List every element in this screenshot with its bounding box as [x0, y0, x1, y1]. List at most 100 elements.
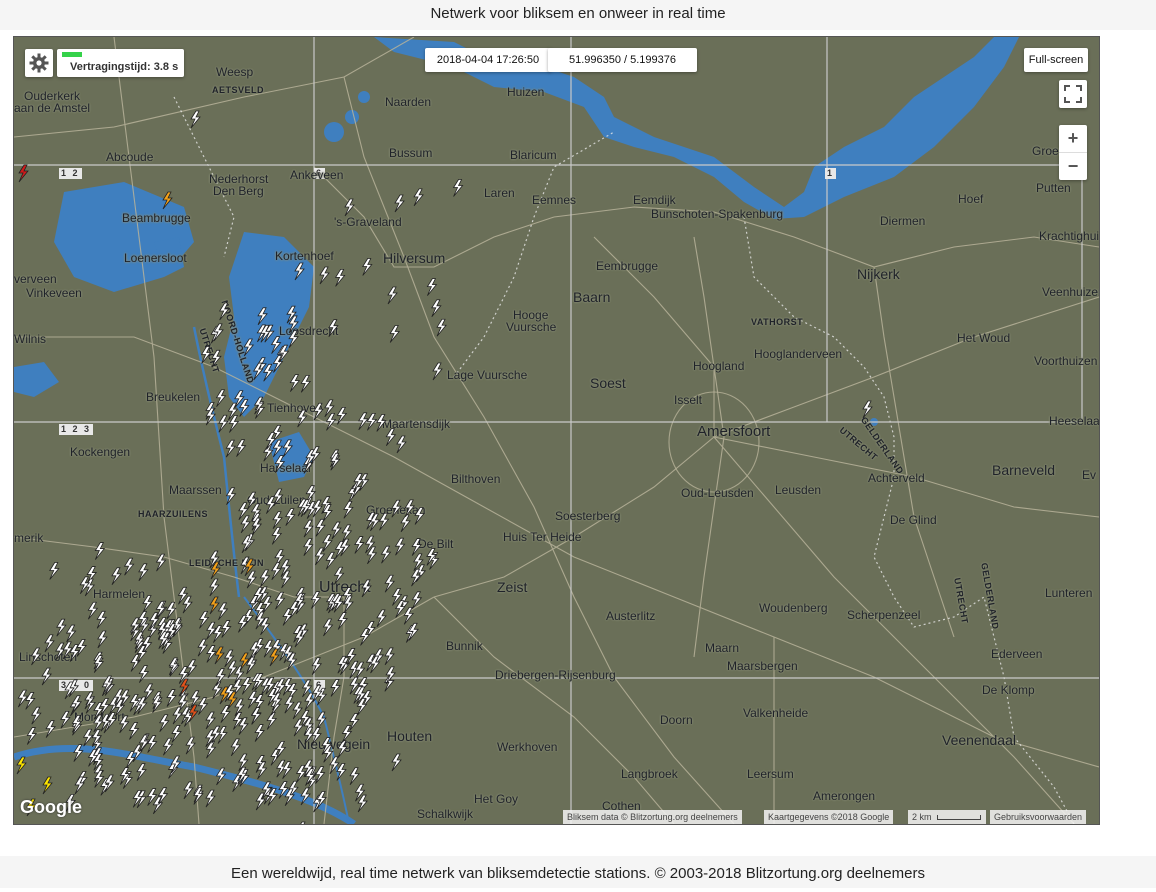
lightning-strike-icon — [143, 683, 155, 702]
lightning-strike-icon — [183, 781, 194, 800]
lightning-strike-icon — [270, 747, 281, 766]
lightning-strike-icon — [357, 794, 368, 813]
lightning-strike-icon — [31, 706, 42, 725]
lightning-strike-icon — [166, 689, 177, 707]
delay-label: Vertragingstijd: 3.8 s — [70, 61, 179, 73]
lightning-strike-icon — [403, 606, 415, 625]
lightning-strike-icon — [41, 667, 52, 686]
lightning-strike-icon — [138, 563, 149, 582]
lightning-strike-icon — [311, 657, 323, 675]
scale-line — [937, 815, 982, 820]
lightning-strike-icon — [241, 677, 253, 695]
lightning-strike-icon — [186, 659, 198, 678]
lightning-strike-icon — [45, 720, 56, 738]
lightning-strike-icon — [285, 508, 296, 526]
lightning-strike-icon — [225, 439, 237, 458]
lightning-strike-icon — [343, 500, 354, 519]
lightning-strike-icon — [376, 609, 387, 628]
lightning-strike-icon — [257, 307, 268, 326]
lightning-strike-icon — [344, 198, 355, 217]
lightning-strike-icon — [328, 319, 339, 337]
lightning-strike-icon — [385, 428, 397, 446]
lightning-strike-icon — [432, 362, 443, 381]
lightning-strike-icon — [185, 736, 196, 755]
lightning-strike-icon — [274, 455, 286, 473]
lightning-strike-icon — [376, 414, 387, 432]
lightning-strike-icon — [262, 595, 273, 614]
lightning-strike-icon — [349, 713, 360, 731]
gear-icon — [29, 53, 49, 73]
lightning-strike-icon — [284, 695, 295, 714]
lightning-strike-icon — [162, 737, 174, 756]
lightning-strike-icon — [330, 679, 341, 697]
map-fullscreen-toggle[interactable] — [1059, 80, 1087, 108]
lightning-strike-icon — [256, 761, 268, 780]
zoom-in-button[interactable]: + — [1059, 125, 1087, 152]
lightning-strike-icon — [136, 763, 147, 781]
lightning-strike-icon — [26, 727, 38, 745]
lightning-strike-icon — [269, 648, 280, 667]
lightning-strike-icon — [118, 715, 130, 734]
lightning-strike-icon — [215, 767, 227, 786]
lightning-strike-icon — [362, 258, 373, 276]
zoom-out-button[interactable]: − — [1059, 153, 1087, 180]
lightning-strike-icon — [366, 412, 378, 431]
lightning-strike-icon — [30, 647, 42, 666]
lightning-strike-icon — [384, 647, 395, 666]
lightning-strike-icon — [331, 521, 342, 540]
map-attribution: Kaartgegevens ©2018 Google — [764, 810, 894, 824]
lightning-strike-icon — [65, 624, 77, 643]
lightning-strike-icon — [359, 628, 371, 646]
lightning-strike-icon — [292, 701, 303, 720]
lightning-strike-icon — [217, 602, 229, 621]
lightning-strike-icon — [16, 756, 27, 775]
lightning-strike-icon — [315, 518, 326, 537]
lightning-strike-icon — [380, 545, 392, 564]
lightning-strike-icon — [272, 439, 284, 458]
lightning-strike-icon — [218, 414, 229, 433]
lightning-strike-icon — [322, 534, 333, 552]
lightning-strike-icon — [387, 286, 398, 305]
lightning-strike-icon — [316, 687, 328, 706]
lightning-strike-icon — [235, 439, 247, 457]
lightning-strike-icon — [159, 714, 170, 733]
lightning-strike-icon — [293, 718, 304, 737]
lightning-map[interactable]: 1 2 6 1 1 2 3 3 1 0 6 Weesp AETSVELD Naa… — [13, 36, 1100, 825]
lightning-strike-icon — [314, 766, 326, 784]
lightning-strike-icon — [358, 412, 369, 431]
lightning-strike-icon — [311, 727, 322, 745]
delay-indicator: Vertragingstijd: 3.8 s — [57, 49, 184, 77]
lightning-strike-icon — [313, 402, 324, 421]
data-attribution: Bliksem data © Blitzortung.org deelnemer… — [563, 810, 742, 824]
lightning-strike-icon — [354, 661, 366, 680]
lightning-strike-icon — [389, 325, 401, 343]
lightning-strike-icon — [198, 610, 210, 629]
lightning-strike-icon — [214, 646, 225, 665]
lightning-strike-icon — [400, 514, 411, 533]
lightning-strike-icon — [99, 698, 111, 716]
lightning-strike-icon — [76, 639, 87, 657]
settings-button[interactable] — [25, 49, 53, 77]
lightning-strike-icon — [82, 728, 94, 747]
lightning-strike-icon — [426, 278, 438, 296]
lightning-strike-icon — [200, 346, 212, 364]
lightning-strike-icon — [205, 711, 216, 730]
lightning-strike-icon — [303, 538, 314, 556]
lightning-strike-icon — [294, 262, 305, 281]
lightning-strike-icon — [142, 595, 153, 613]
lightning-strike-icon — [333, 566, 345, 585]
lightning-strike-icon — [303, 519, 314, 538]
lightning-strike-icon — [17, 689, 29, 708]
lightning-strike-icon — [87, 601, 99, 620]
lightning-strike-icon — [349, 767, 360, 785]
lightning-strike-icon — [414, 507, 425, 525]
lightning-strike-icon — [361, 579, 372, 598]
terms-link[interactable]: Gebruiksvoorwaarden — [990, 810, 1087, 824]
lightning-strike-icon — [274, 591, 286, 610]
lightning-strike-icon — [206, 645, 217, 663]
fullscreen-button[interactable]: Full-screen — [1024, 48, 1088, 72]
lightning-strike-icon — [217, 726, 228, 744]
zoom-control: + − — [1059, 125, 1087, 180]
lightning-strike-icon — [391, 753, 402, 772]
lightning-strike-icon — [138, 665, 150, 683]
